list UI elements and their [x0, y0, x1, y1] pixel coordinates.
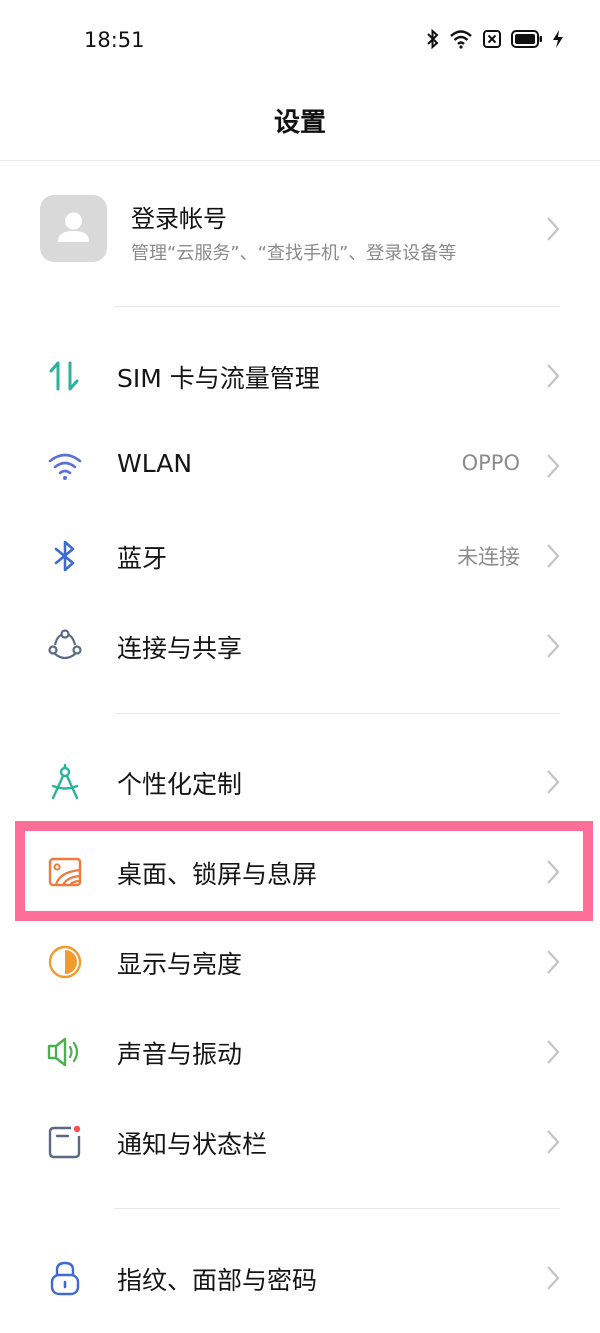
settings-item-label: 通知与状态栏 — [117, 1130, 268, 1159]
brightness-icon — [48, 945, 82, 979]
bluetooth-icon — [54, 540, 75, 572]
compass-icon — [51, 763, 79, 800]
settings-item-sound[interactable]: 声音与振动 — [0, 1007, 600, 1097]
account-subtitle: 管理“云服务”、“查找手机”、登录设备等 — [131, 243, 457, 264]
settings-item-label: 连接与共享 — [117, 634, 243, 663]
settings-item-label: 蓝牙 — [117, 544, 168, 573]
chevron-right-icon — [547, 454, 560, 478]
settings-item-label: 指纹、面部与密码 — [117, 1266, 318, 1295]
wifi-icon — [449, 29, 473, 53]
status-bar: 18:51 — [0, 0, 600, 82]
settings-item-label: 显示与亮度 — [117, 950, 243, 979]
divider — [114, 1208, 560, 1209]
settings-item-security[interactable]: 指纹、面部与密码 — [0, 1233, 600, 1323]
chevron-right-icon — [547, 950, 560, 974]
sim-off-icon — [482, 29, 502, 53]
chevron-right-icon — [547, 1040, 560, 1064]
settings-item-sim[interactable]: SIM 卡与流量管理 — [0, 331, 600, 421]
person-icon — [58, 212, 89, 242]
chevron-right-icon — [547, 217, 560, 241]
settings-item-notification[interactable]: 通知与状态栏 — [0, 1097, 600, 1187]
status-icons — [426, 28, 564, 54]
divider — [114, 306, 560, 307]
wifi-icon — [48, 453, 82, 480]
notification-icon — [48, 1125, 81, 1159]
settings-item-label: 个性化定制 — [117, 770, 243, 799]
settings-item-display[interactable]: 显示与亮度 — [0, 917, 600, 1007]
settings-item-bluetooth[interactable]: 蓝牙 未连接 — [0, 511, 600, 601]
chevron-right-icon — [547, 770, 560, 794]
settings-item-label: 声音与振动 — [117, 1040, 243, 1069]
settings-item-value: OPPO — [461, 451, 520, 475]
chevron-right-icon — [547, 1130, 560, 1154]
chevron-right-icon — [547, 634, 560, 658]
status-time: 18:51 — [84, 28, 145, 52]
settings-item-connection[interactable]: 连接与共享 — [0, 601, 600, 691]
page-title: 设置 — [273, 108, 326, 138]
battery-icon — [511, 29, 543, 53]
account-row[interactable]: 登录帐号 管理“云服务”、“查找手机”、登录设备等 — [0, 160, 600, 306]
charging-icon — [552, 29, 564, 53]
lock-icon — [50, 1261, 80, 1296]
settings-item-value: 未连接 — [457, 545, 520, 569]
chevron-right-icon — [547, 1266, 560, 1290]
chevron-right-icon — [547, 544, 560, 568]
chevron-right-icon — [547, 364, 560, 388]
speaker-icon — [47, 1037, 79, 1067]
highlight-box — [15, 821, 593, 921]
divider — [114, 713, 560, 714]
avatar — [40, 195, 107, 262]
settings-item-personalize[interactable]: 个性化定制 — [0, 737, 600, 827]
settings-item-label: WLAN — [117, 449, 193, 478]
title-bar: 设置 — [0, 82, 600, 161]
bluetooth-icon — [426, 28, 440, 54]
settings-item-wlan[interactable]: WLAN OPPO — [0, 421, 600, 511]
account-name: 登录帐号 — [131, 205, 227, 233]
share-network-icon — [48, 629, 82, 660]
settings-item-label: SIM 卡与流量管理 — [117, 364, 320, 393]
data-transfer-icon — [49, 361, 79, 391]
